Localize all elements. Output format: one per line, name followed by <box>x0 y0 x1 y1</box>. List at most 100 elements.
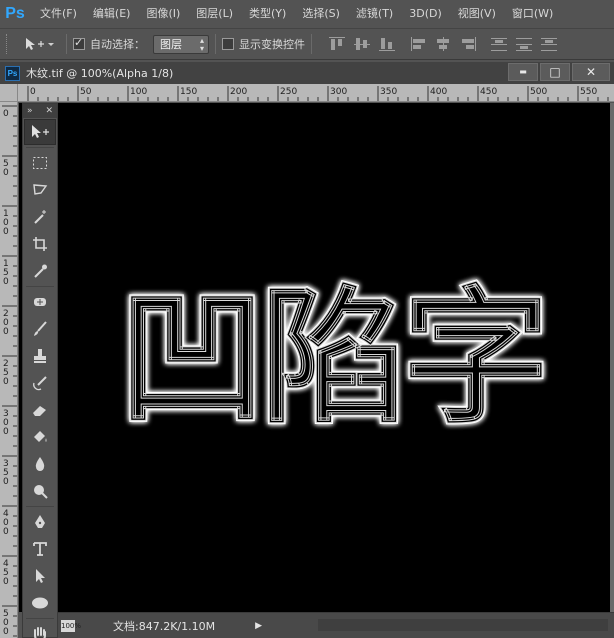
divider <box>26 506 54 507</box>
menu-file[interactable]: 文件(F) <box>32 0 85 28</box>
menu-layer[interactable]: 图层(L) <box>188 0 241 28</box>
options-grip[interactable] <box>6 34 10 54</box>
ellipse-tool[interactable] <box>24 590 56 616</box>
zoom-level[interactable]: 100% <box>61 619 81 632</box>
separator <box>215 34 216 54</box>
restore-button[interactable]: □ <box>540 63 570 81</box>
healing-brush-tool[interactable] <box>24 289 56 315</box>
menu-filter[interactable]: 滤镜(T) <box>348 0 401 28</box>
ruler-label: 450 <box>480 87 497 97</box>
document-tab[interactable]: Ps 木纹.tif @ 100%(Alpha 1/8) ▬ □ ✕ <box>0 62 614 84</box>
paint-bucket-icon <box>34 431 47 442</box>
path-selection-icon <box>36 569 45 583</box>
type-tool[interactable] <box>24 536 56 562</box>
blur-icon <box>35 457 45 471</box>
hand-tool[interactable] <box>24 621 56 638</box>
ruler-label: 0 <box>3 109 9 119</box>
magic-wand-tool[interactable] <box>24 204 56 230</box>
tools-panel-header[interactable]: » ✕ <box>23 104 57 118</box>
move-tool-preset-icon <box>26 38 54 50</box>
canvas-text-inner: 凹陷字 <box>118 272 544 444</box>
menu-type[interactable]: 类型(Y) <box>241 0 294 28</box>
ruler-label: 0 <box>3 477 9 487</box>
ruler-label: 550 <box>580 87 597 97</box>
divider <box>26 286 54 287</box>
align-top-icon[interactable] <box>328 36 346 52</box>
distribute-bottom-icon[interactable] <box>540 36 558 52</box>
ruler-label: 400 <box>430 87 447 97</box>
horizontal-scrollbar[interactable] <box>318 619 608 631</box>
ruler-label: 100 <box>130 87 147 97</box>
window-controls: ▬ □ ✕ <box>506 63 610 81</box>
ruler-label: 150 <box>180 87 197 97</box>
move-tool[interactable] <box>24 119 56 145</box>
dodge-icon <box>34 485 48 499</box>
separator <box>311 34 312 54</box>
pen-tool[interactable] <box>24 509 56 535</box>
menu-view[interactable]: 视图(V) <box>450 0 504 28</box>
align-bottom-icon[interactable] <box>378 36 396 52</box>
lasso-icon <box>33 184 48 195</box>
magic-wand-icon <box>34 210 46 224</box>
auto-select-checkbox[interactable] <box>73 36 85 50</box>
ruler-label: 350 <box>380 87 397 97</box>
align-hcenter-icon[interactable] <box>434 36 452 52</box>
healing-brush-icon <box>34 298 46 306</box>
crop-tool[interactable] <box>24 231 56 257</box>
auto-select-dropdown[interactable]: 图层 ▴ ▾ <box>153 34 209 54</box>
divider <box>26 618 54 619</box>
show-transform-checkbox[interactable] <box>222 38 234 50</box>
close-panel-icon[interactable]: ✕ <box>45 106 53 116</box>
align-buttons <box>328 36 565 52</box>
align-left-icon[interactable] <box>409 36 427 52</box>
horizontal-ruler-ticks: 0 50 100 150 200 250 300 350 400 450 500 550 <box>27 86 609 101</box>
show-transform-label: 显示变换控件 <box>239 38 305 51</box>
menu-bar: Ps 文件(F) 编辑(E) 图像(I) 图层(L) 类型(Y) 选择(S) 滤… <box>0 0 614 28</box>
ruler-label: 50 <box>80 87 92 97</box>
ruler-label: 0 <box>3 627 9 637</box>
brush-tool[interactable] <box>24 316 56 342</box>
menu-window[interactable]: 窗口(W) <box>504 0 561 28</box>
ruler-label: 0 <box>3 327 9 337</box>
menu-select[interactable]: 选择(S) <box>294 0 348 28</box>
menu-edit[interactable]: 编辑(E) <box>85 0 139 28</box>
hand-icon <box>34 627 46 638</box>
distribute-top-icon[interactable] <box>490 36 508 52</box>
eraser-icon <box>33 406 46 416</box>
collapse-icon[interactable]: » <box>27 106 33 116</box>
close-button[interactable]: ✕ <box>572 63 610 81</box>
align-right-icon[interactable] <box>459 36 477 52</box>
ellipse-icon <box>32 597 48 609</box>
ruler-origin[interactable] <box>0 84 18 102</box>
tool-preset-picker[interactable] <box>24 37 60 51</box>
minimize-button[interactable]: ▬ <box>508 63 538 81</box>
history-brush-tool[interactable] <box>24 370 56 396</box>
path-selection-tool[interactable] <box>24 563 56 589</box>
vertical-ruler[interactable]: 050100150200250300350400450500 <box>0 102 18 638</box>
lasso-tool[interactable] <box>24 177 56 203</box>
status-bar: 100% 文档:847.2K/1.10M ▶ <box>58 612 614 638</box>
status-menu-arrow-icon[interactable]: ▶ <box>255 621 262 631</box>
ruler-label: 250 <box>280 87 297 97</box>
menu-image[interactable]: 图像(I) <box>138 0 188 28</box>
ruler-label: 0 <box>3 527 9 537</box>
brush-icon <box>34 321 47 336</box>
dropdown-arrows-icon: ▴ ▾ <box>199 35 204 53</box>
clone-stamp-tool[interactable] <box>24 343 56 369</box>
menu-3d[interactable]: 3D(D) <box>401 0 450 28</box>
distribute-vcenter-icon[interactable] <box>515 36 533 52</box>
eraser-tool[interactable] <box>24 397 56 423</box>
vertical-scrollbar[interactable] <box>610 103 614 612</box>
ruler-label: 0 <box>3 277 9 287</box>
document-canvas[interactable]: 凹陷字 凹陷字 <box>19 103 610 612</box>
marquee-tool[interactable] <box>24 150 56 176</box>
embossed-text-artwork: 凹陷字 凹陷字 <box>117 271 552 446</box>
eyedropper-tool[interactable] <box>24 258 56 284</box>
history-brush-icon <box>33 376 47 391</box>
dodge-tool[interactable] <box>24 478 56 504</box>
align-vcenter-icon[interactable] <box>353 36 371 52</box>
blur-tool[interactable] <box>24 451 56 477</box>
horizontal-ruler[interactable]: 0 50 100 150 200 250 300 350 400 450 500 550 <box>18 84 614 102</box>
type-icon <box>33 542 47 556</box>
paint-bucket-tool[interactable] <box>24 424 56 450</box>
